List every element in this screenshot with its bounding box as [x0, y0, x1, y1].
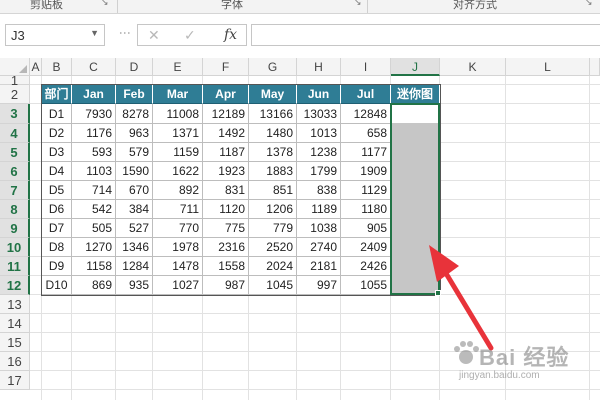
arrow-head — [429, 245, 459, 282]
watermark-title: Bai 经验 — [479, 345, 570, 370]
watermark-url: jingyan.baidu.com — [459, 370, 540, 381]
baidu-watermark: Bai 经验 jingyan.baidu.com — [447, 332, 577, 392]
paw-logo-icon — [454, 341, 479, 364]
